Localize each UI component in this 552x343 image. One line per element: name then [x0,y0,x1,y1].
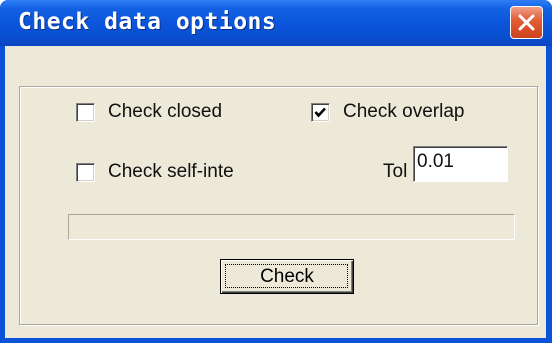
close-button[interactable] [510,6,543,39]
title-bar[interactable]: Check data options [0,0,552,46]
check-self-intersect-label[interactable]: Check self-inte [108,161,234,183]
check-overlap-checkbox[interactable] [311,103,330,122]
progress-bar [68,214,515,240]
check-closed-label[interactable]: Check closed [108,101,222,123]
check-self-intersect-checkbox[interactable] [76,163,95,182]
window-title: Check data options [18,9,277,35]
check-button-label: Check [260,266,314,287]
dialog-body [5,46,546,338]
tol-label: Tol [383,161,408,182]
checkmark-icon [314,107,326,118]
close-icon [518,14,535,31]
check-closed-checkbox[interactable] [76,103,95,122]
tol-input[interactable]: 0.01 [413,146,508,182]
check-button[interactable]: Check [220,259,354,294]
check-overlap-label[interactable]: Check overlap [343,101,464,123]
